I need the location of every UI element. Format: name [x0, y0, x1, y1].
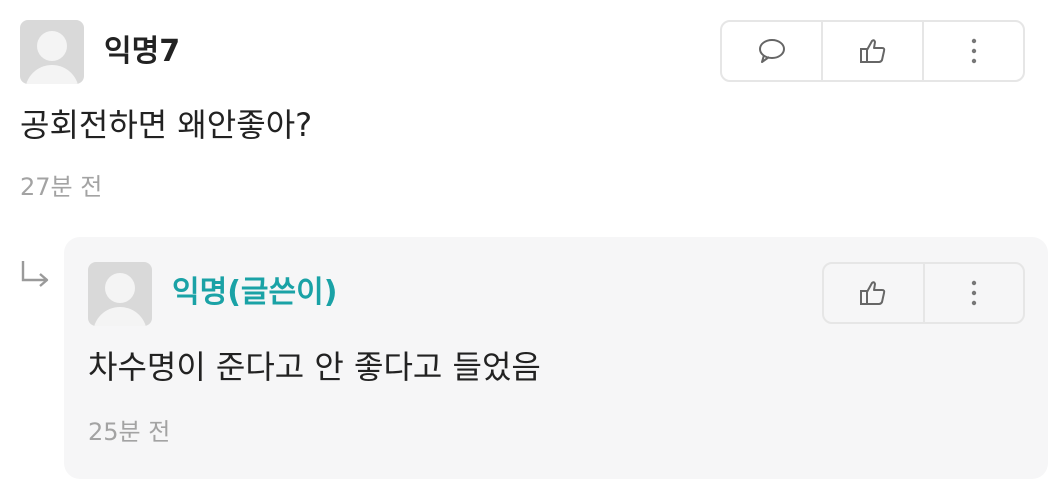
like-button[interactable] — [823, 22, 924, 80]
avatar-body-shape — [25, 65, 79, 84]
more-vertical-icon — [971, 280, 976, 306]
reply-icon — [758, 39, 785, 63]
thumbs-up-icon — [860, 281, 886, 305]
comment-thread: 익명7 공회전하면 왜안좋아? 27분 전 익명(글쓴이) 차수명이 준다고 안… — [0, 0, 1061, 489]
like-button[interactable] — [824, 264, 925, 322]
more-button[interactable] — [925, 264, 1024, 322]
comment-time: 27분 전 — [20, 173, 103, 201]
reply-button[interactable] — [722, 22, 823, 80]
reply-actions — [822, 262, 1025, 324]
avatar-body-shape — [93, 307, 147, 326]
avatar-head-shape — [105, 273, 135, 303]
comment: 익명7 공회전하면 왜안좋아? 27분 전 — [0, 0, 1061, 225]
reply-author: 익명(글쓴이) — [172, 275, 338, 310]
comment-text: 공회전하면 왜안좋아? — [20, 106, 313, 144]
reply-arrow-icon — [21, 261, 49, 287]
comment-actions — [720, 20, 1025, 82]
avatar-head-shape — [37, 31, 67, 61]
more-button[interactable] — [924, 22, 1023, 80]
avatar[interactable] — [20, 20, 84, 84]
avatar[interactable] — [88, 262, 152, 326]
more-vertical-icon — [971, 38, 976, 64]
reply-text: 차수명이 준다고 안 좋다고 들었음 — [88, 348, 541, 386]
comment-author: 익명7 — [104, 34, 181, 69]
reply-time: 25분 전 — [88, 418, 171, 446]
reply-comment: 익명(글쓴이) 차수명이 준다고 안 좋다고 들었음 25분 전 — [64, 237, 1048, 479]
thumbs-up-icon — [859, 39, 885, 63]
